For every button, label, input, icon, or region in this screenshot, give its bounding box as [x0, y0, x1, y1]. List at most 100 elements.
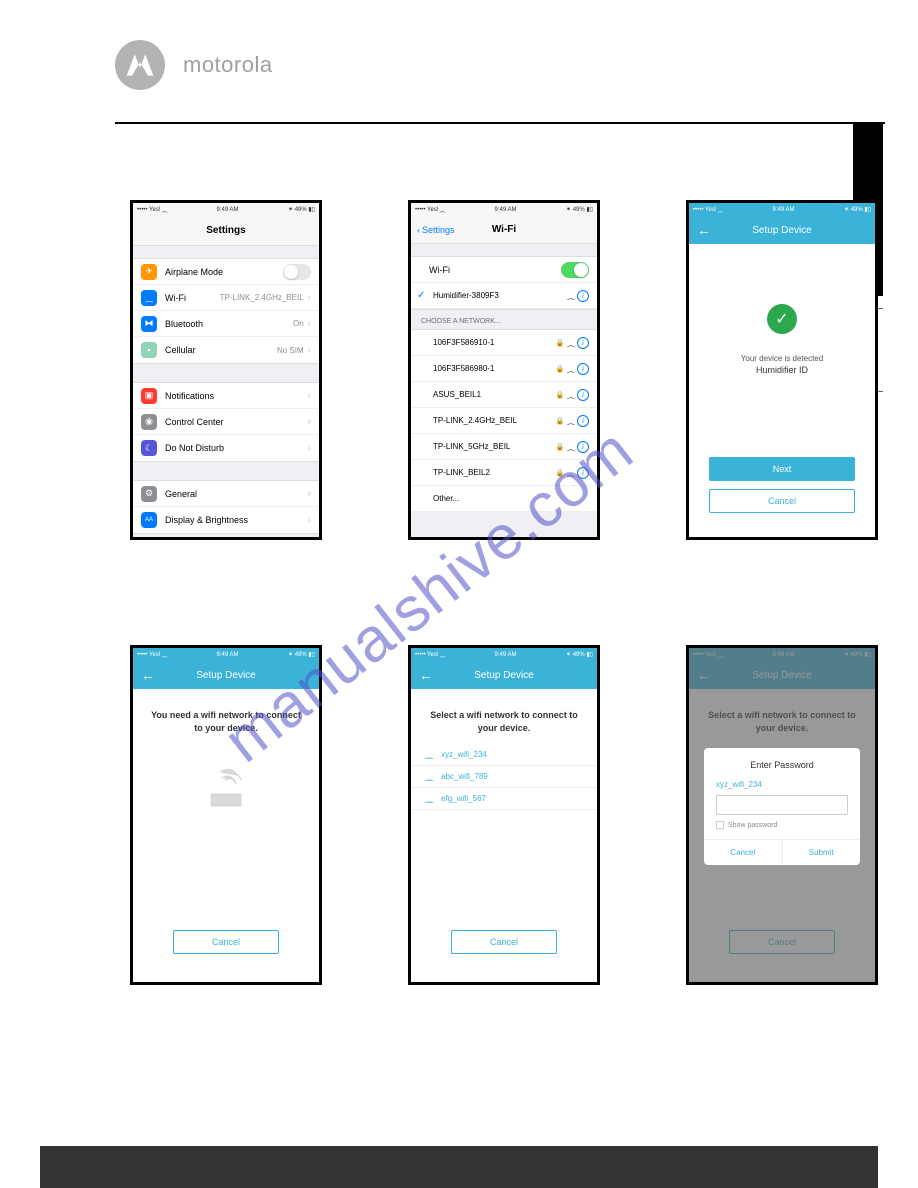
wifi-toggle[interactable] — [561, 262, 589, 278]
chevron-right-icon: › — [308, 345, 311, 356]
chevron-left-icon: ‹ — [417, 225, 420, 235]
wifi-signal-icon: ⁔ — [568, 442, 574, 451]
info-icon[interactable]: i — [577, 415, 589, 427]
next-button[interactable]: Next — [709, 457, 855, 481]
screenshot-device-detected: ••••• Yes! ⁔9:49 AM⁕ 49% ▮▯ ←Setup Devic… — [686, 200, 878, 540]
control-center-row[interactable]: ◉Control Center› — [133, 409, 319, 435]
lock-icon: 🔒 — [556, 391, 565, 399]
dialog-title: Enter Password — [716, 760, 848, 770]
lock-icon: 🔒 — [556, 365, 565, 373]
lock-icon: 🔒 — [556, 469, 565, 477]
cellular-row[interactable]: ▪CellularNo SIM› — [133, 337, 319, 363]
wifi-signal-icon: ⁔ — [568, 338, 574, 347]
network-row[interactable]: ⁔abc_wifi_789 — [411, 766, 597, 788]
info-icon[interactable]: i — [577, 290, 589, 302]
password-input[interactable] — [716, 795, 848, 815]
network-row[interactable]: TP-LINK_5GHz_BEIL🔒⁔i — [411, 434, 597, 460]
airplane-mode-row[interactable]: ✈Airplane Mode — [133, 259, 319, 285]
status-bar: ••••• Yes! ⁔9:49 AM⁕ 49% ▮▯ — [689, 203, 875, 216]
success-check-icon: ✓ — [767, 304, 797, 334]
network-row[interactable]: 106F3F586980-1🔒⁔i — [411, 356, 597, 382]
router-icon — [201, 764, 251, 814]
info-icon[interactable]: i — [577, 441, 589, 453]
status-bar: ••••• Yes! ⁔9:49 AM⁕ 49% ▮▯ — [411, 648, 597, 661]
back-arrow-icon[interactable]: ← — [419, 667, 433, 683]
gear-icon: ⚙ — [141, 486, 157, 502]
display-icon: AA — [141, 512, 157, 528]
wifi-signal-icon: ⁔ — [568, 291, 574, 300]
network-row[interactable]: ⁔xyz_wifi_234 — [411, 744, 597, 766]
chevron-right-icon: › — [308, 416, 311, 427]
wifi-icon: ⁔ — [425, 749, 433, 760]
control-center-icon: ◉ — [141, 414, 157, 430]
wifi-toggle-row[interactable]: Wi-Fi — [411, 257, 597, 283]
header: motorola — [115, 40, 273, 90]
connected-network-row[interactable]: ✓Humidifier-3809F3⁔i — [411, 283, 597, 309]
lock-icon: 🔒 — [556, 339, 565, 347]
info-icon[interactable]: i — [577, 389, 589, 401]
network-row[interactable]: TP-LINK_2.4GHz_BEIL🔒⁔i — [411, 408, 597, 434]
prompt-text: You need a wifi network to connect to yo… — [133, 689, 319, 744]
dnd-row[interactable]: ☾Do Not Disturb› — [133, 435, 319, 461]
nav-title: Setup Device — [474, 670, 533, 681]
chevron-right-icon: › — [308, 515, 311, 526]
moon-icon: ☾ — [141, 440, 157, 456]
screenshot-ios-settings: ••••• Yes! ⁔9:49 AM⁕ 49% ▮▯ Settings ✈Ai… — [130, 200, 322, 540]
back-arrow-icon[interactable]: ← — [141, 667, 155, 683]
wifi-icon: ⁔ — [425, 771, 433, 782]
app-navbar: ← Setup Device — [411, 661, 597, 689]
general-row[interactable]: ⚙General› — [133, 481, 319, 507]
airplane-icon: ✈ — [141, 264, 157, 280]
notifications-icon: ▣ — [141, 388, 157, 404]
chevron-right-icon: › — [308, 443, 311, 454]
lock-icon: 🔒 — [556, 417, 565, 425]
bluetooth-row[interactable]: ⧓BluetoothOn› — [133, 311, 319, 337]
wifi-row[interactable]: ⁔Wi-FiTP-LINK_2.4GHz_BEIL› — [133, 285, 319, 311]
chevron-right-icon: › — [308, 390, 311, 401]
show-password-checkbox[interactable]: Show password — [716, 821, 848, 829]
dialog-cancel-button[interactable]: Cancel — [704, 840, 783, 865]
cancel-button[interactable]: Cancel — [451, 930, 557, 954]
cancel-button[interactable]: Cancel — [173, 930, 279, 954]
dialog-submit-button[interactable]: Submit — [783, 840, 861, 865]
network-list: ⁔xyz_wifi_234 ⁔abc_wifi_789 ⁔efg_wifi_56… — [411, 744, 597, 810]
info-icon[interactable]: i — [577, 337, 589, 349]
cancel-button[interactable]: Cancel — [709, 489, 855, 513]
network-row[interactable]: TP-LINK_BEIL2🔒⁔i — [411, 460, 597, 486]
notifications-row[interactable]: ▣Notifications› — [133, 383, 319, 409]
settings-title: Settings — [133, 216, 319, 246]
footer-bar — [40, 1146, 878, 1188]
screenshot-wifi-settings: ••••• Yes! ⁔9:49 AM⁕ 49% ▮▯ ‹Settings Wi… — [408, 200, 600, 540]
detected-text: Your device is detected — [699, 354, 865, 363]
screenshot-select-wifi: ••••• Yes! ⁔9:49 AM⁕ 49% ▮▯ ← Setup Devic… — [408, 645, 600, 985]
settings-group-2: ▣Notifications› ◉Control Center› ☾Do Not… — [133, 382, 319, 462]
back-button[interactable]: ‹Settings — [417, 225, 455, 235]
network-row[interactable]: ⁔efg_wifi_567 — [411, 788, 597, 810]
wifi-signal-icon: ⁔ — [568, 364, 574, 373]
wifi-icon: ⁔ — [425, 793, 433, 804]
settings-group-3: ⚙General› AADisplay & Brightness› — [133, 480, 319, 534]
brand-name: motorola — [183, 52, 273, 78]
wifi-icon: ⁔ — [141, 290, 157, 306]
network-list: 106F3F586910-1🔒⁔i 106F3F586980-1🔒⁔i ASUS… — [411, 329, 597, 512]
display-row[interactable]: AADisplay & Brightness› — [133, 507, 319, 533]
network-row[interactable]: ASUS_BEIL1🔒⁔i — [411, 382, 597, 408]
content: ✓ Your device is detected Humidifier ID — [689, 244, 875, 385]
cellular-icon: ▪ — [141, 342, 157, 358]
checkbox-icon — [716, 821, 724, 829]
wifi-signal-icon: ⁔ — [568, 468, 574, 477]
chevron-right-icon: › — [308, 488, 311, 499]
choose-network-label: CHOOSE A NETWORK... — [411, 310, 597, 329]
info-icon[interactable]: i — [577, 467, 589, 479]
info-icon[interactable]: i — [577, 363, 589, 375]
wifi-signal-icon: ⁔ — [568, 390, 574, 399]
chevron-right-icon: › — [308, 292, 311, 303]
chevron-right-icon: › — [308, 318, 311, 329]
batwing-icon — [124, 49, 156, 81]
other-network-row[interactable]: Other... — [411, 486, 597, 512]
airplane-toggle[interactable] — [283, 264, 311, 280]
checkmark-icon: ✓ — [417, 290, 425, 301]
back-arrow-icon[interactable]: ← — [697, 222, 711, 238]
network-row[interactable]: 106F3F586910-1🔒⁔i — [411, 330, 597, 356]
divider-rule — [115, 122, 885, 124]
